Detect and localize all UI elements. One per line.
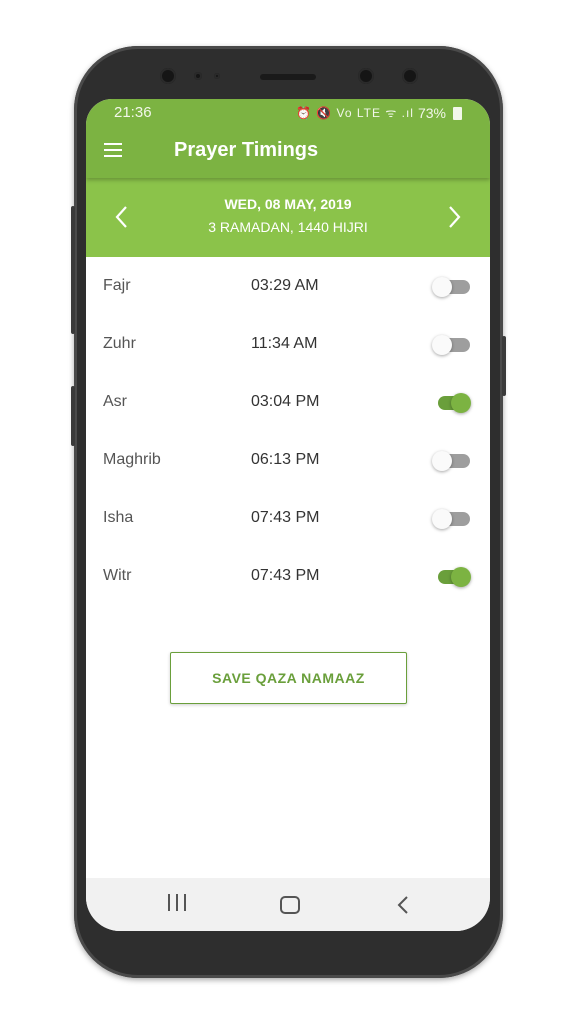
status-time: 21:36	[114, 104, 152, 121]
front-camera	[358, 68, 374, 84]
date-header: WED, 08 MAY, 2019 3 RAMADAN, 1440 HIJRI	[86, 178, 490, 257]
prayer-row-fajr: Fajr 03:29 AM	[86, 257, 490, 315]
prayer-toggle-isha[interactable]	[432, 509, 472, 529]
hamburger-menu-icon[interactable]	[104, 143, 122, 157]
prayer-row-zuhr: Zuhr 11:34 AM	[86, 315, 490, 373]
app-bar: 21:36 ⏰ 🔇 Vo LTE ᯤ .ıl 73% Prayer Timing…	[86, 99, 490, 178]
prayer-time: 03:04 PM	[251, 393, 320, 410]
status-icons: ⏰ 🔇 Vo LTE ᯤ .ıl 73%	[296, 104, 462, 121]
iris-scanner	[402, 68, 418, 84]
proximity-sensor	[194, 72, 202, 80]
prayer-toggle-maghrib[interactable]	[432, 451, 472, 471]
prayer-time: 07:43 PM	[251, 567, 320, 584]
system-nav-bar	[86, 878, 490, 931]
prayer-row-maghrib: Maghrib 06:13 PM	[86, 431, 490, 489]
prayer-name: Isha	[103, 509, 134, 526]
status-icon-group: ⏰ 🔇 Vo LTE ᯤ .ıl	[295, 106, 414, 120]
phone-screen: 21:36 ⏰ 🔇 Vo LTE ᯤ .ıl 73% Prayer Timing…	[86, 99, 490, 931]
earpiece-speaker	[260, 74, 316, 80]
prayer-time: 03:29 AM	[251, 277, 319, 294]
prayer-name: Witr	[103, 567, 132, 584]
gregorian-date: WED, 08 MAY, 2019	[224, 196, 352, 212]
chevron-right-icon[interactable]	[442, 204, 466, 230]
prayer-time: 06:13 PM	[251, 451, 320, 468]
prayer-toggle-fajr[interactable]	[432, 277, 472, 297]
prayer-list: Fajr 03:29 AM Zuhr 11:34 AM Asr 03:04 PM…	[86, 257, 490, 605]
light-sensor	[214, 73, 220, 79]
page-title: Prayer Timings	[174, 139, 319, 161]
prayer-time: 11:34 AM	[251, 335, 318, 352]
prayer-name: Fajr	[103, 277, 131, 294]
prayer-row-asr: Asr 03:04 PM	[86, 373, 490, 431]
front-sensor	[160, 68, 176, 84]
bixby-button	[71, 386, 75, 446]
power-button	[502, 336, 506, 396]
prayer-name: Maghrib	[103, 451, 161, 468]
prayer-name: Asr	[103, 393, 127, 410]
recents-icon[interactable]	[168, 894, 186, 916]
prayer-toggle-witr[interactable]	[432, 567, 472, 587]
save-qaza-button[interactable]: SAVE QAZA NAMAAZ	[170, 652, 407, 704]
back-icon[interactable]	[396, 894, 410, 916]
prayer-toggle-asr[interactable]	[432, 393, 472, 413]
hijri-date: 3 RAMADAN, 1440 HIJRI	[208, 219, 368, 235]
battery-icon	[453, 107, 462, 120]
prayer-row-isha: Isha 07:43 PM	[86, 489, 490, 547]
prayer-time: 07:43 PM	[251, 509, 320, 526]
prayer-name: Zuhr	[103, 335, 136, 352]
volume-button	[71, 206, 75, 334]
battery-percent: 73%	[417, 104, 446, 121]
home-icon[interactable]	[280, 896, 300, 914]
prayer-row-witr: Witr 07:43 PM	[86, 547, 490, 605]
prayer-toggle-zuhr[interactable]	[432, 335, 472, 355]
